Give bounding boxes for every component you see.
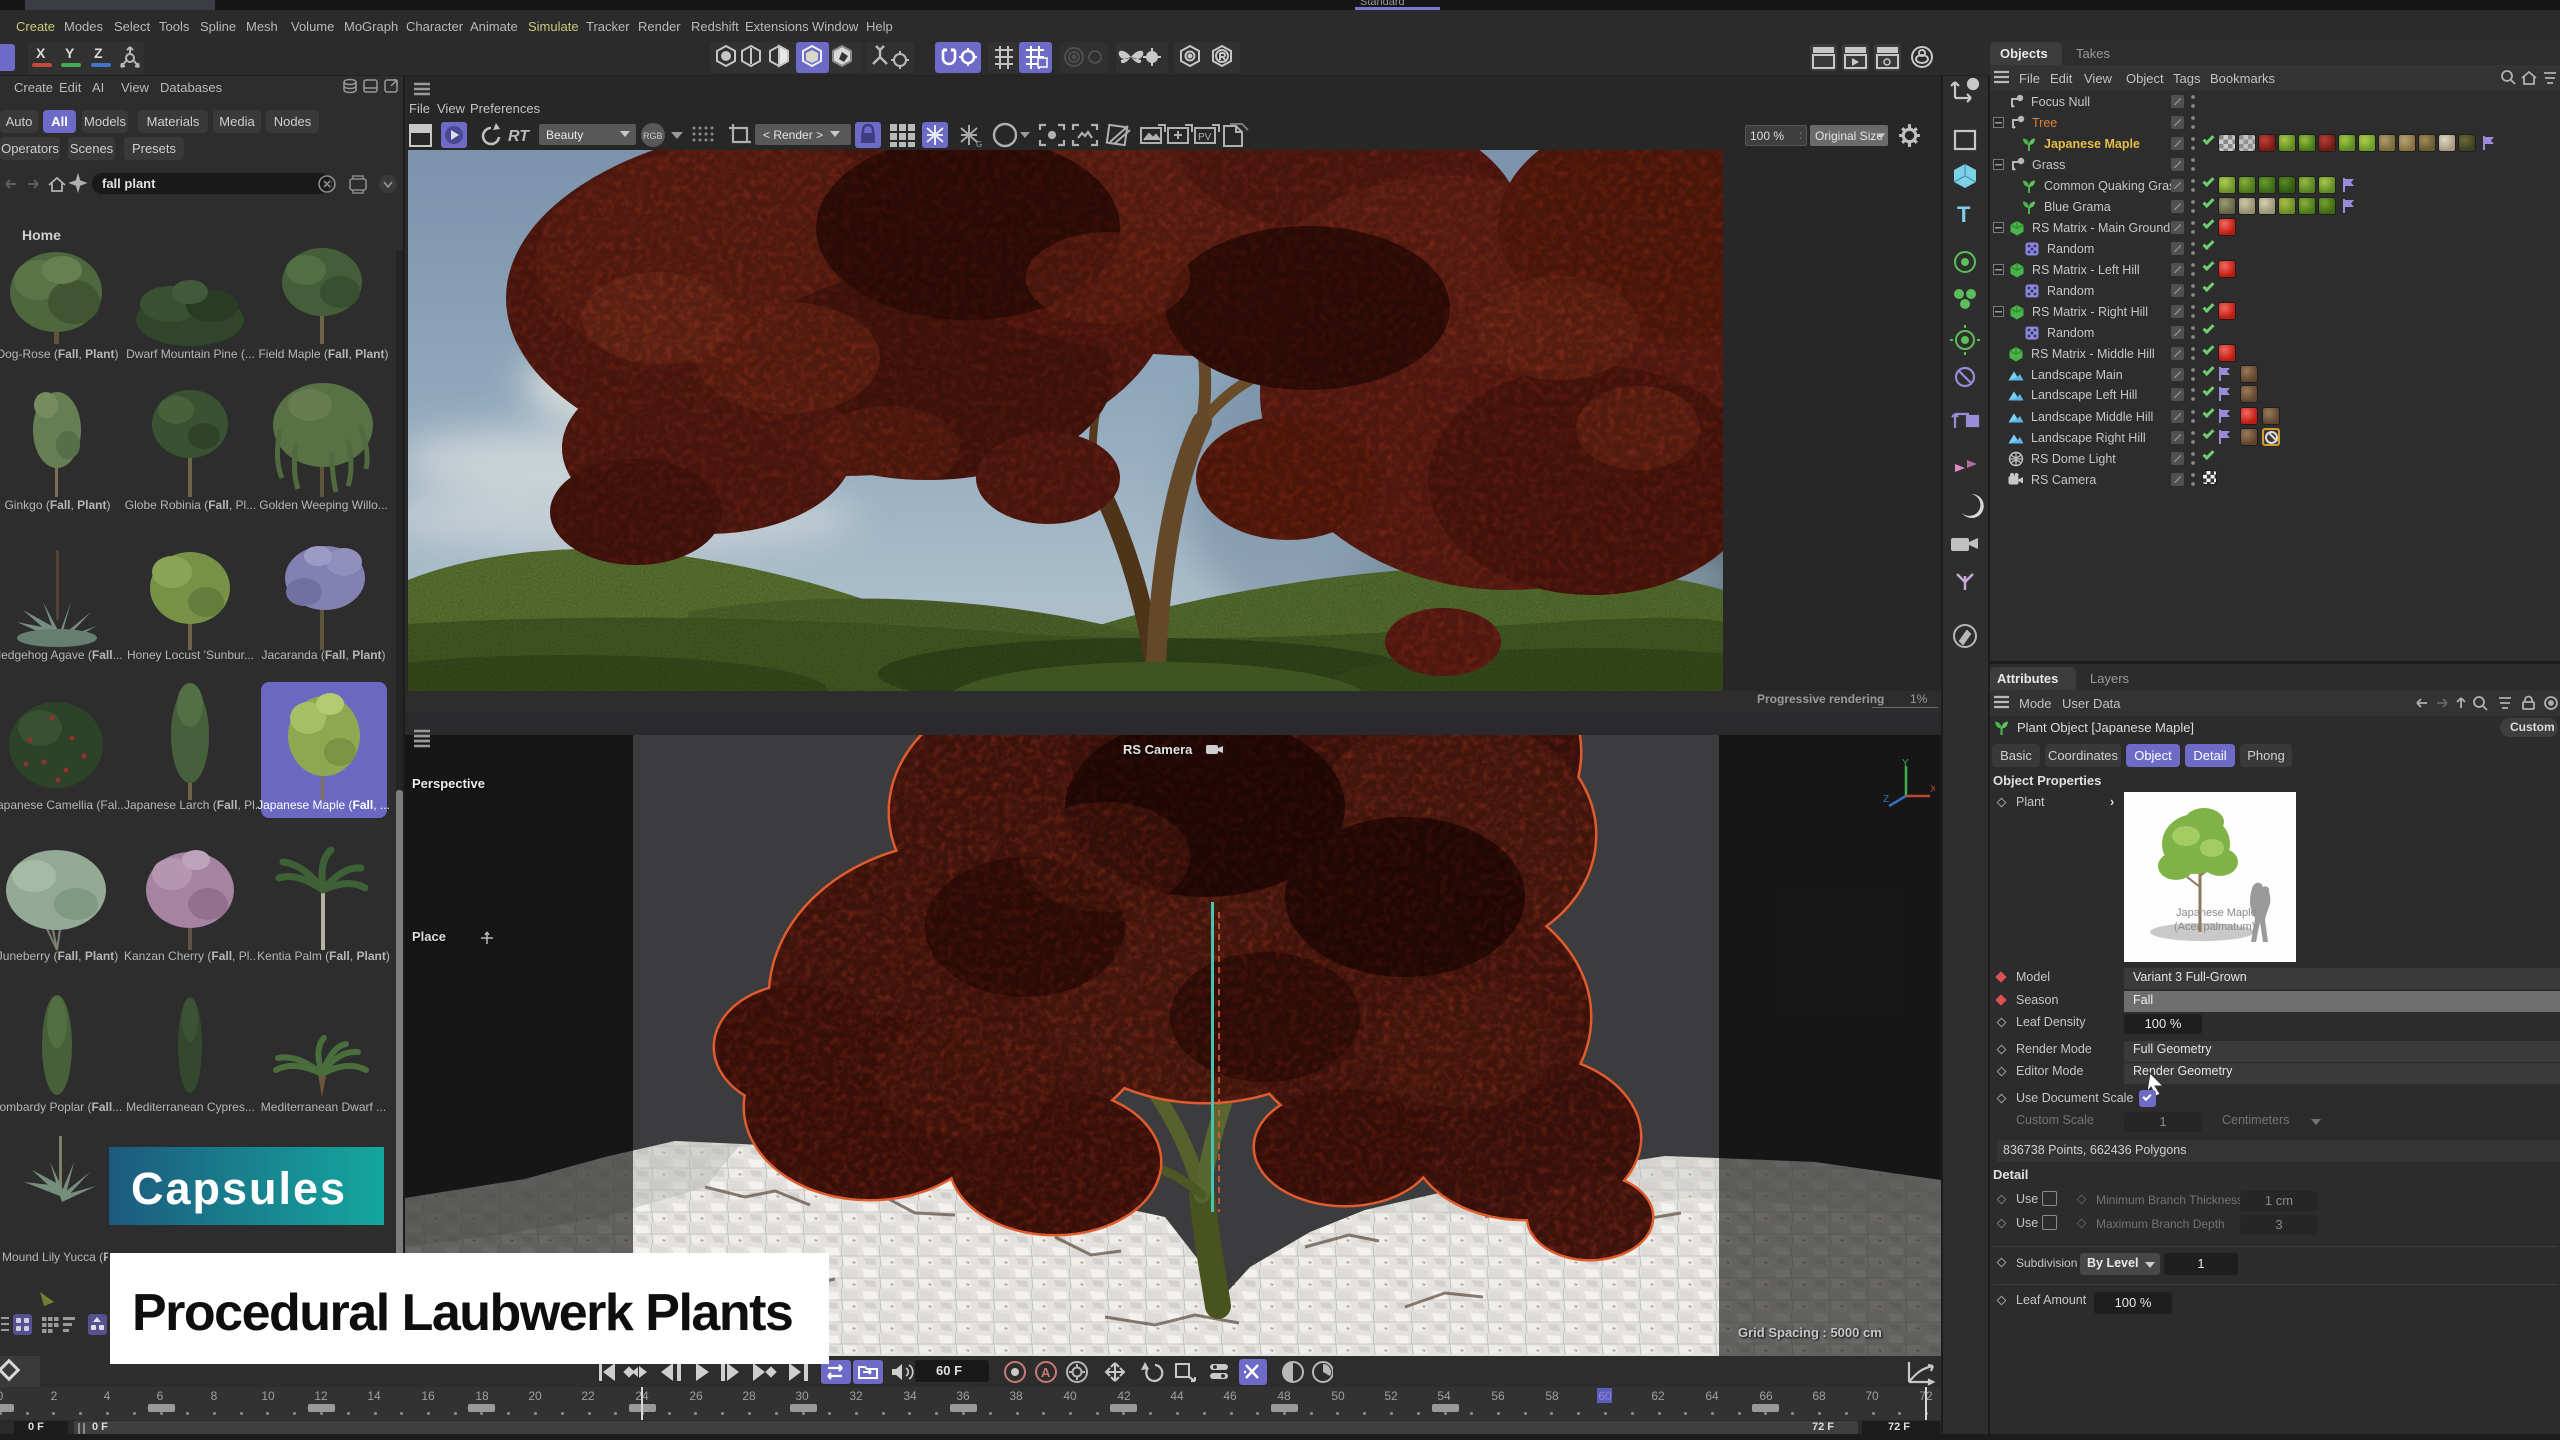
svg-text:Z: Z bbox=[1883, 794, 1889, 805]
svg-text:Y: Y bbox=[1902, 758, 1909, 769]
svg-text:G: G bbox=[976, 140, 982, 149]
svg-text:(Acer palmatum): (Acer palmatum) bbox=[2174, 921, 2255, 933]
svg-text:Japanese Maple: Japanese Maple bbox=[2176, 907, 2257, 919]
svg-text:A: A bbox=[1041, 1365, 1051, 1380]
svg-text:PV: PV bbox=[1198, 132, 1212, 143]
svg-text:RGB: RGB bbox=[643, 131, 663, 141]
svg-text:< Render >: < Render > bbox=[763, 128, 823, 142]
svg-text:Beauty: Beauty bbox=[546, 128, 583, 142]
svg-text:RT: RT bbox=[508, 128, 530, 145]
svg-text:T: T bbox=[1957, 202, 1971, 227]
svg-text:X: X bbox=[1930, 784, 1935, 795]
